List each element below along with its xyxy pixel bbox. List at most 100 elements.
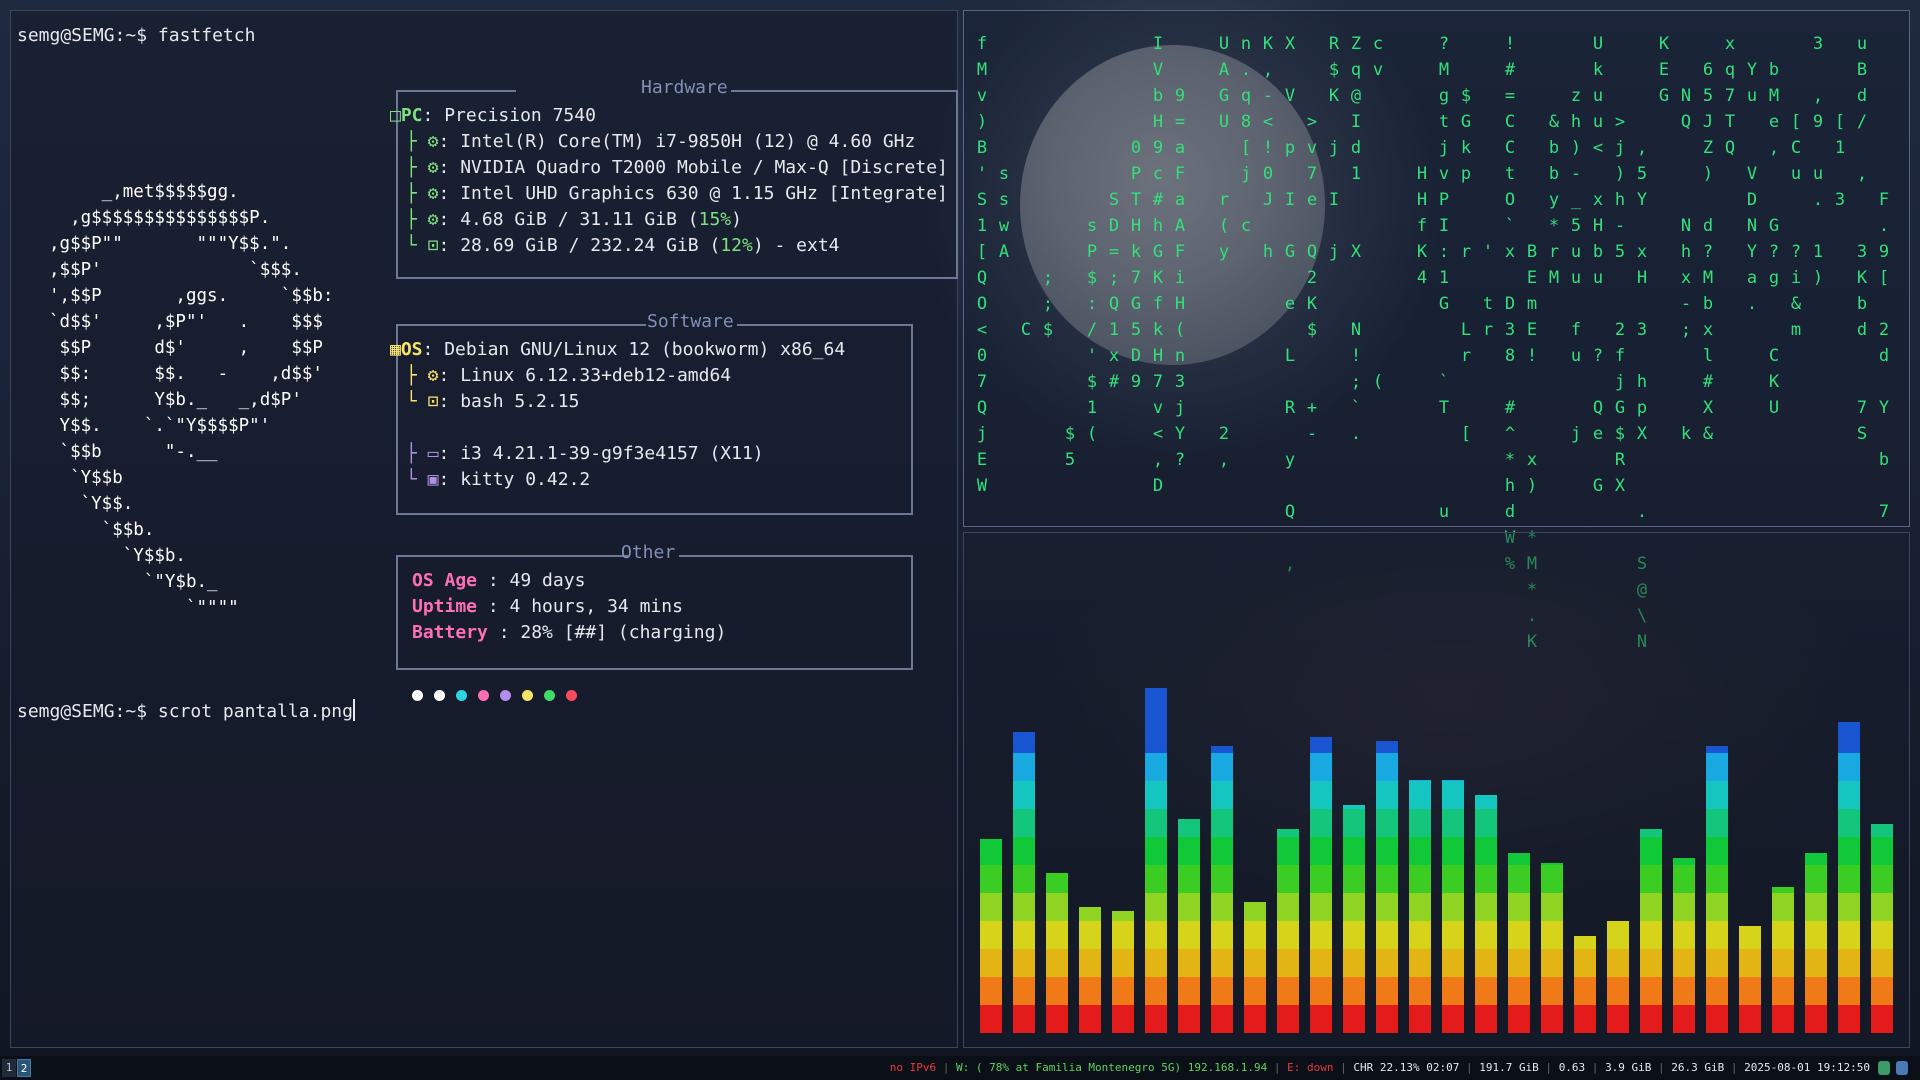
workspace-button-2[interactable]: 2 <box>17 1059 31 1077</box>
bar-segment <box>1475 865 1497 893</box>
bar-segment <box>1673 1005 1695 1033</box>
status-blocks: no IPv6 | W: ( 78% at Familia Montenegro… <box>889 1061 1870 1074</box>
visualizer-bar <box>1112 911 1134 1033</box>
uptime-line: Uptime : 4 hours, 34 mins <box>412 596 683 617</box>
bar-segment <box>1640 949 1662 977</box>
uptime-value: 4 hours, 34 mins <box>509 596 683 617</box>
visualizer-bar <box>1376 741 1398 1033</box>
memory-total-status: 26.3 GiB <box>1671 1061 1725 1074</box>
wm-line: ├ ▭: i3 4.21.1-39-g9f3e4157 (X11) <box>406 443 764 464</box>
gpu1-value: NVIDIA Quadro T2000 Mobile / Max-Q [Disc… <box>460 157 948 178</box>
bar-segment <box>1112 977 1134 1005</box>
bar-segment <box>1310 1005 1332 1033</box>
matrix-column: Z q @ I d 1 X N ! ; ` . <box>1350 34 1362 444</box>
color-dot <box>566 690 577 701</box>
bar-segment <box>1013 809 1035 837</box>
bar-segment <box>1574 936 1596 949</box>
bar-segment <box>1277 865 1299 893</box>
visualizer-bar <box>980 839 1002 1033</box>
bar-segment <box>1706 865 1728 893</box>
bar-segment <box>1871 893 1893 921</box>
pc-line: □PC: Precision 7540 <box>390 105 596 126</box>
volume-icon[interactable] <box>1896 1061 1908 1075</box>
bar-segment <box>1277 1005 1299 1033</box>
bar-segment <box>1145 837 1167 865</box>
bar-segment <box>1046 873 1068 893</box>
bar-segment <box>1178 949 1200 977</box>
os-age-line: OS Age : 49 days <box>412 570 586 591</box>
bar-segment <box>1805 865 1827 893</box>
visualizer-bar <box>1838 722 1860 1033</box>
disk-line: └ ⊡: 28.69 GiB / 232.24 GiB (12%) - ext4 <box>406 235 840 256</box>
bar-segment <box>1013 732 1035 753</box>
bar-segment <box>1706 809 1728 837</box>
bar-segment <box>1706 893 1728 921</box>
terminal-line: └ ▣: kitty 0.42.2 <box>406 469 591 490</box>
matrix-column: b M e , G ? g C K U <box>1768 60 1780 418</box>
matrix-column: z h ) - _ 5 u u f u j <box>1570 86 1582 444</box>
bar-segment <box>1211 865 1233 893</box>
bar-segment <box>1211 977 1233 1005</box>
terminal-window-matrix[interactable]: f M v ) B ' S 1 [ Q O < 0 7 Q j E W s s … <box>963 10 1910 652</box>
bar-segment <box>1178 921 1200 949</box>
bar-segment <box>1013 893 1035 921</box>
bar-segment <box>1871 865 1893 893</box>
bar-segment <box>1343 809 1365 837</box>
bar-segment <box>1211 1005 1233 1033</box>
bar-segment <box>1343 865 1365 893</box>
bar-segment <box>1343 949 1365 977</box>
bar-segment <box>1673 893 1695 921</box>
prompt: semg@SEMG:~$ <box>17 25 148 46</box>
bar-segment <box>1508 949 1530 977</box>
visualizer-bar <box>1343 805 1365 1033</box>
bar-segment <box>1442 865 1464 893</box>
bar-segment <box>1772 887 1794 893</box>
bar-segment <box>1871 921 1893 949</box>
bar-segment <box>1013 1005 1035 1033</box>
bar-segment <box>1640 865 1662 893</box>
visualizer-bar <box>1739 926 1761 1033</box>
network-icon[interactable] <box>1878 1061 1890 1075</box>
bar-segment <box>1706 837 1728 865</box>
bar-segment <box>1607 1005 1629 1033</box>
matrix-column: ; ; $ <box>1042 268 1054 340</box>
prompt-line-1: semg@SEMG:~$ fastfetch <box>17 23 255 49</box>
terminal-window-audio-visualizer[interactable] <box>963 532 1910 1048</box>
bar-segment <box>1541 977 1563 1005</box>
visualizer-bar <box>1442 780 1464 1033</box>
terminal-window-fastfetch[interactable]: semg@SEMG:~$ fastfetch _,met$$$$$gg. ,g$… <box>10 10 958 1048</box>
bar-segment <box>1145 977 1167 1005</box>
memory-value: 4.68 GiB / 31.11 GiB ( <box>460 209 699 230</box>
bar-segment <box>1376 837 1398 865</box>
logo-line: `d$$' ,$P"' . $$$ <box>49 312 323 332</box>
bar-segment <box>1145 753 1167 781</box>
bar-segment <box>1508 977 1530 1005</box>
bar-segment <box>1310 809 1332 837</box>
bar-segment <box>1541 1005 1563 1033</box>
debian-ascii-logo: _,met$$$$$gg. ,g$$$$$$$$$$$$$$$P. ,g$$P""… <box>49 179 333 621</box>
matrix-column: H H f K 4 <box>1416 164 1428 288</box>
shell-value: bash 5.2.15 <box>460 391 580 412</box>
matrix-column: S D = ; Q 1 x # <box>1108 190 1120 392</box>
workspace-button-1[interactable]: 1 <box>2 1059 16 1077</box>
bar-segment <box>1343 977 1365 1005</box>
memory-status: 3.9 GiB <box>1605 1061 1652 1074</box>
ipv6-status: no IPv6 <box>889 1061 937 1074</box>
cpu-line: ├ ⚙: Intel(R) Core(TM) i7-9850H (12) @ 4… <box>406 131 916 152</box>
bar-segment <box>1640 837 1662 865</box>
bar-segment <box>1805 1005 1827 1033</box>
matrix-column: I V b H 9 c # h G K f k H 7 v < , D <box>1152 34 1164 496</box>
bar-segment <box>1145 893 1167 921</box>
bar-segment <box>1244 1005 1266 1033</box>
bar-segment <box>1046 977 1068 1005</box>
bar-segment <box>980 893 1002 921</box>
logo-line: `"Y$b._ <box>49 572 218 592</box>
prompt-line-2[interactable]: semg@SEMG:~$ scrot pantalla.png <box>17 699 355 725</box>
bar-segment <box>1871 837 1893 865</box>
cpu-value: Intel(R) Core(TM) i7-9850H (12) @ 4.60 G… <box>460 131 916 152</box>
bar-segment <box>1838 725 1860 753</box>
battery-value: 28% [##] (charging) <box>520 622 727 643</box>
visualizer-bar <box>1013 732 1035 1033</box>
bar-segment <box>1706 753 1728 781</box>
bar-segment <box>1706 949 1728 977</box>
